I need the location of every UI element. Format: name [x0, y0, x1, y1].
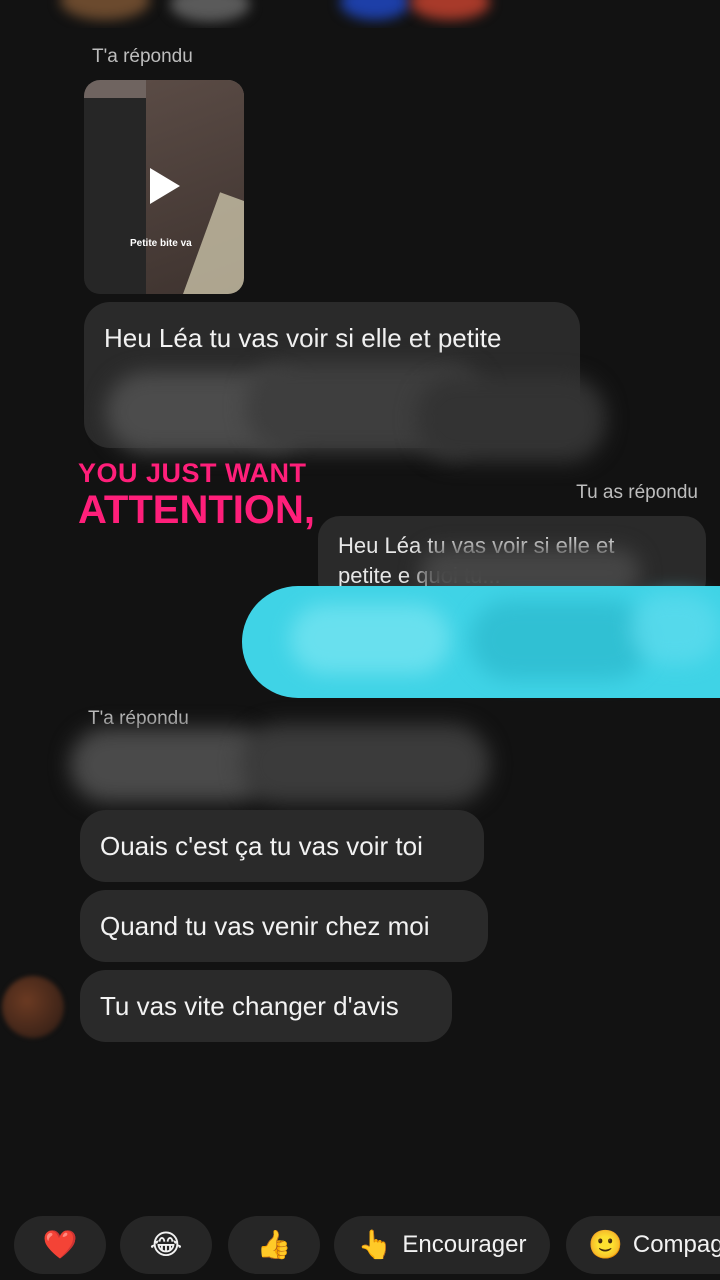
- scribble-overlay: [96, 362, 606, 472]
- message-text: Heu Léa tu vas voir si elle et petite: [104, 323, 502, 353]
- reaction-thumbs-up-button[interactable]: 👍: [228, 1216, 320, 1274]
- encourage-button[interactable]: 👆 Encourager: [334, 1216, 550, 1274]
- encourage-label: Encourager: [402, 1231, 527, 1258]
- pointing-hand-icon: 👆: [357, 1228, 393, 1261]
- message-text: Ouais c'est ça tu vas voir toi: [100, 831, 423, 861]
- reaction-bar: ❤️ 😂 👍 👆 Encourager 🙂 Compag: [0, 1216, 720, 1280]
- reply-label: T'a répondu: [92, 46, 193, 67]
- video-thumbnail[interactable]: Petite bite va: [84, 80, 244, 294]
- reply-label: Tu as répondu: [576, 482, 698, 503]
- message-bubble[interactable]: Tu vas vite changer d'avis: [80, 970, 452, 1042]
- avatar[interactable]: [2, 976, 64, 1038]
- video-caption: Petite bite va: [130, 238, 192, 249]
- message-text: Tu vas vite changer d'avis: [100, 991, 399, 1021]
- play-icon: [150, 168, 180, 204]
- laughing-icon: 😂: [149, 1228, 183, 1261]
- accompany-label: Compag: [632, 1231, 720, 1258]
- scribble-overlay: [70, 718, 500, 814]
- overlay-text: YOU JUST WANT: [78, 458, 307, 488]
- reaction-heart-button[interactable]: ❤️: [14, 1216, 106, 1274]
- top-avatars-strip: [0, 0, 720, 28]
- message-bubble[interactable]: Quand tu vas venir chez moi: [80, 890, 488, 962]
- message-bubble[interactable]: Ouais c'est ça tu vas voir toi: [80, 810, 484, 882]
- scribble-overlay: [250, 590, 720, 700]
- thumbs-up-icon: 👍: [256, 1228, 292, 1261]
- message-text: Quand tu vas venir chez moi: [100, 911, 430, 941]
- overlay-text: ATTENTION,: [78, 488, 316, 532]
- reaction-laugh-button[interactable]: 😂: [120, 1216, 212, 1274]
- heart-icon: ❤️: [42, 1228, 78, 1261]
- smiling-face-icon: 🙂: [588, 1228, 623, 1261]
- accompany-button[interactable]: 🙂 Compag: [566, 1216, 720, 1274]
